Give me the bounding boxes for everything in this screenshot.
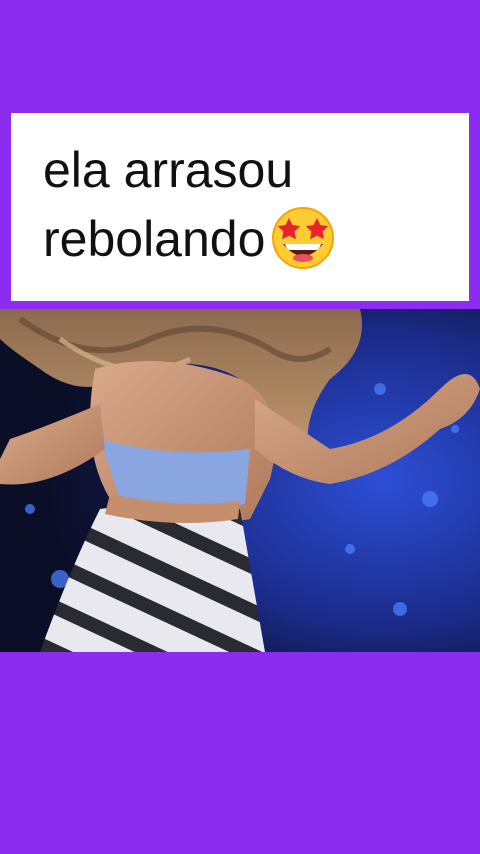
caption-box: ela arrasou rebolando — [11, 113, 469, 301]
video-still — [0, 309, 480, 652]
video-frame[interactable] — [0, 309, 480, 652]
caption-line-1: ela arrasou — [43, 142, 294, 198]
bottom-background — [0, 652, 480, 854]
caption-line-2-text: rebolando — [43, 211, 266, 267]
star-struck-emoji-icon — [272, 207, 335, 269]
post-canvas: ela arrasou rebolando — [0, 0, 480, 854]
caption-line-2: rebolando — [43, 200, 469, 272]
